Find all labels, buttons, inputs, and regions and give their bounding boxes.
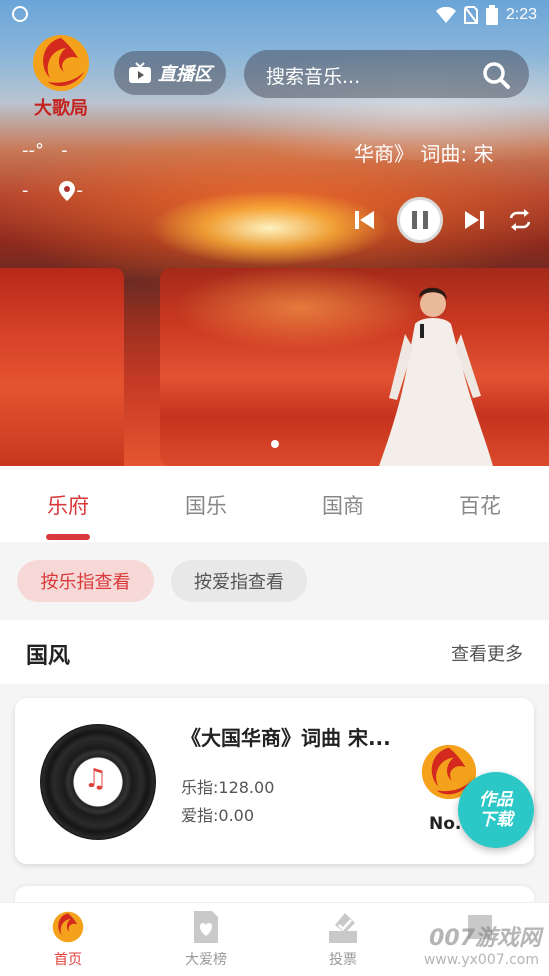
mini-player <box>354 197 534 243</box>
watermark-url: www.yx007.com <box>423 952 539 968</box>
logo-text: 大歌局 <box>34 98 88 119</box>
category-tabs: 乐府 国乐 国商 百花 <box>0 466 549 542</box>
tab-yuefu[interactable]: 乐府 <box>18 490 118 520</box>
see-more-link[interactable]: 查看更多 <box>451 640 523 666</box>
tab-guoshang[interactable]: 国商 <box>293 490 393 520</box>
love-index: 爱指:0.00 <box>181 806 255 825</box>
live-area-button[interactable]: 直播区 <box>114 51 226 95</box>
music-note-icon: ♫ <box>84 764 108 794</box>
weather-temp: --° - <box>22 140 68 161</box>
repeat-icon[interactable] <box>506 209 534 231</box>
banner-slide-prev[interactable] <box>0 268 124 466</box>
battery-icon <box>485 5 498 25</box>
temperature: --° <box>22 140 44 161</box>
tv-icon <box>129 62 151 83</box>
app-logo[interactable]: 大歌局 <box>22 30 100 119</box>
heart-document-icon <box>194 911 218 943</box>
fab-line1: 作品 <box>479 789 513 810</box>
tab-baihua[interactable]: 百花 <box>430 490 530 520</box>
download-works-button[interactable]: 作品 下载 <box>458 772 534 848</box>
home-logo-icon <box>52 911 84 943</box>
fab-line2: 下载 <box>479 810 513 830</box>
nav-love-chart-label: 大爱榜 <box>185 952 227 968</box>
song-title: 《大国华商》词曲 宋... <box>181 726 391 750</box>
live-area-label: 直播区 <box>158 64 212 85</box>
hero-banner: 2:23 大歌局 直播区 搜索音乐... --° - - - 华商》 词曲: 宋 <box>0 0 549 466</box>
filter-by-love-index[interactable]: 按爱指查看 <box>171 560 307 602</box>
weather-location: - - <box>22 180 83 201</box>
weather-desc: - <box>22 180 29 201</box>
location-pin-icon <box>58 180 75 201</box>
filter-bar: 按乐指查看 按爱指查看 <box>0 542 549 620</box>
song-card[interactable]: ♫ 《大国华商》词曲 宋... 乐指:128.00 爱指:0.00 No.1 <box>15 698 534 864</box>
wifi-icon <box>435 7 456 23</box>
no-sim-icon <box>463 6 478 24</box>
pause-button[interactable] <box>396 197 443 243</box>
nav-vote-label: 投票 <box>329 952 357 968</box>
phoenix-logo-icon <box>33 35 89 91</box>
next-icon[interactable] <box>463 209 485 231</box>
previous-icon[interactable] <box>354 209 376 231</box>
nav-home[interactable]: 首页 <box>28 909 108 969</box>
vinyl-record-icon: ♫ <box>40 724 156 840</box>
status-bar: 2:23 <box>0 0 549 30</box>
search-icon[interactable] <box>481 60 511 90</box>
watermark-text: 007游戏网 <box>429 926 541 951</box>
music-index: 乐指:128.00 <box>181 778 275 797</box>
search-bar[interactable]: 搜索音乐... <box>244 50 529 98</box>
clock: 2:23 <box>505 6 537 23</box>
active-tab-indicator <box>46 534 90 540</box>
banner-slide-current[interactable] <box>160 268 549 466</box>
location-name: - <box>76 180 84 201</box>
section-header: 国风 查看更多 <box>0 620 549 684</box>
nav-love-chart[interactable]: 大爱榜 <box>166 909 246 969</box>
section-title: 国风 <box>26 644 71 669</box>
nav-home-label: 首页 <box>54 952 82 968</box>
tab-guoyue[interactable]: 国乐 <box>156 490 256 520</box>
singer-image <box>379 287 493 466</box>
filter-by-music-index[interactable]: 按乐指查看 <box>17 560 154 602</box>
temperature-range: - <box>61 140 68 161</box>
search-placeholder: 搜索音乐... <box>266 66 361 88</box>
carousel-indicator <box>271 440 279 448</box>
nav-vote[interactable]: 投票 <box>303 909 383 969</box>
now-playing-title: 华商》 词曲: 宋 <box>354 142 494 166</box>
notification-icon <box>12 6 28 22</box>
ballot-icon <box>329 913 357 943</box>
